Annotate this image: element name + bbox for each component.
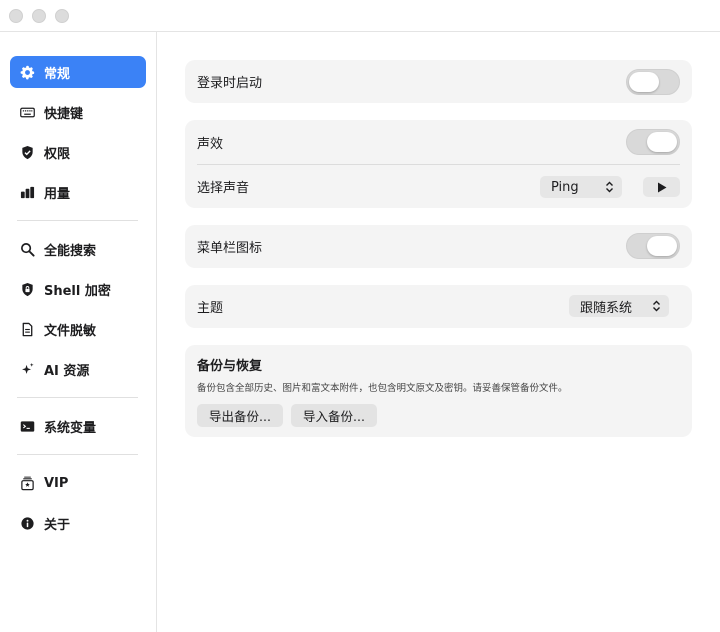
launch-at-login-card: 登录时启动 xyxy=(185,60,692,103)
sidebar-item-label: 关于 xyxy=(44,517,71,533)
keyboard-icon xyxy=(19,104,35,120)
sidebar-item-shortcuts[interactable]: 快捷键 xyxy=(10,96,146,128)
title-bar xyxy=(0,0,720,32)
sidebar-item-label: 系统变量 xyxy=(44,420,97,436)
close-window-button[interactable] xyxy=(9,9,23,23)
sound-card: 声效 选择声音 Ping xyxy=(185,120,692,208)
import-backup-button[interactable]: 导入备份... xyxy=(291,404,377,427)
settings-panel: 登录时启动 声效 选择声音 Ping 菜单栏图标 主题 跟随系统 备份与恢复 备… xyxy=(157,32,720,632)
gear-icon xyxy=(19,64,35,80)
zoom-window-button[interactable] xyxy=(55,9,69,23)
sidebar-divider xyxy=(17,454,138,455)
sound-effects-label: 声效 xyxy=(197,136,224,152)
sidebar-item-label: Shell 加密 xyxy=(44,283,111,299)
sparkle-icon xyxy=(19,361,35,377)
sidebar-item-label: 快捷键 xyxy=(44,106,84,122)
sidebar-item-usage[interactable]: 用量 xyxy=(10,176,146,208)
sidebar-item-label: VIP xyxy=(44,475,69,491)
play-sound-button[interactable] xyxy=(643,177,680,197)
shield-check-icon xyxy=(19,144,35,160)
backup-card: 备份与恢复 备份包含全部历史、图片和富文本附件，也包含明文原文及密钥。请妥善保管… xyxy=(185,345,692,437)
sidebar-item-about[interactable]: 关于 xyxy=(10,507,146,539)
backup-description: 备份包含全部历史、图片和富文本附件，也包含明文原文及密钥。请妥善保管备份文件。 xyxy=(197,383,568,394)
sound-select-value: Ping xyxy=(551,179,579,195)
sidebar-item-file-desensitization[interactable]: 文件脱敏 xyxy=(10,313,146,345)
sidebar-item-general[interactable]: 常规 xyxy=(10,56,146,88)
sidebar-item-vip[interactable]: VIP xyxy=(10,467,146,499)
sidebar-divider xyxy=(17,220,138,221)
sound-effects-toggle[interactable] xyxy=(626,129,680,155)
sidebar: 常规 快捷键 权限 用量 全能搜索 Shell 加密 文件脱敏 AI 资源 系统… xyxy=(0,32,157,632)
sidebar-item-label: AI 资源 xyxy=(44,363,90,379)
sidebar-item-label: 权限 xyxy=(44,146,71,162)
vip-icon xyxy=(19,475,35,491)
bar-chart-icon xyxy=(19,184,35,200)
theme-label: 主题 xyxy=(197,301,224,316)
sidebar-item-ai-resources[interactable]: AI 资源 xyxy=(10,353,146,385)
sidebar-item-label: 常规 xyxy=(44,66,71,82)
launch-at-login-toggle[interactable] xyxy=(626,69,680,95)
menubar-icon-label: 菜单栏图标 xyxy=(197,241,263,256)
theme-card: 主题 跟随系统 xyxy=(185,285,692,328)
search-icon xyxy=(19,241,35,257)
sidebar-divider xyxy=(17,397,138,398)
backup-title: 备份与恢复 xyxy=(197,359,263,374)
choose-sound-label: 选择声音 xyxy=(197,181,250,196)
menubar-icon-toggle[interactable] xyxy=(626,233,680,259)
chevron-up-down-icon xyxy=(653,300,660,312)
play-icon xyxy=(657,182,666,192)
terminal-icon xyxy=(19,418,35,434)
lock-shield-icon xyxy=(19,281,35,297)
info-icon xyxy=(19,515,35,531)
sidebar-item-label: 全能搜索 xyxy=(44,243,97,259)
sidebar-item-label: 文件脱敏 xyxy=(44,323,97,339)
sound-select[interactable]: Ping xyxy=(540,176,622,198)
launch-at-login-label: 登录时启动 xyxy=(197,76,263,91)
chevron-up-down-icon xyxy=(606,181,613,193)
sidebar-item-system-variables[interactable]: 系统变量 xyxy=(10,410,146,442)
sidebar-item-permissions[interactable]: 权限 xyxy=(10,136,146,168)
theme-select[interactable]: 跟随系统 xyxy=(569,295,669,317)
menubar-icon-card: 菜单栏图标 xyxy=(185,225,692,268)
sidebar-item-label: 用量 xyxy=(44,186,71,202)
sidebar-item-universal-search[interactable]: 全能搜索 xyxy=(10,233,146,265)
theme-select-value: 跟随系统 xyxy=(580,300,633,316)
sidebar-item-shell-encryption[interactable]: Shell 加密 xyxy=(10,273,146,305)
export-backup-button[interactable]: 导出备份... xyxy=(197,404,283,427)
document-icon xyxy=(19,321,35,337)
minimize-window-button[interactable] xyxy=(32,9,46,23)
